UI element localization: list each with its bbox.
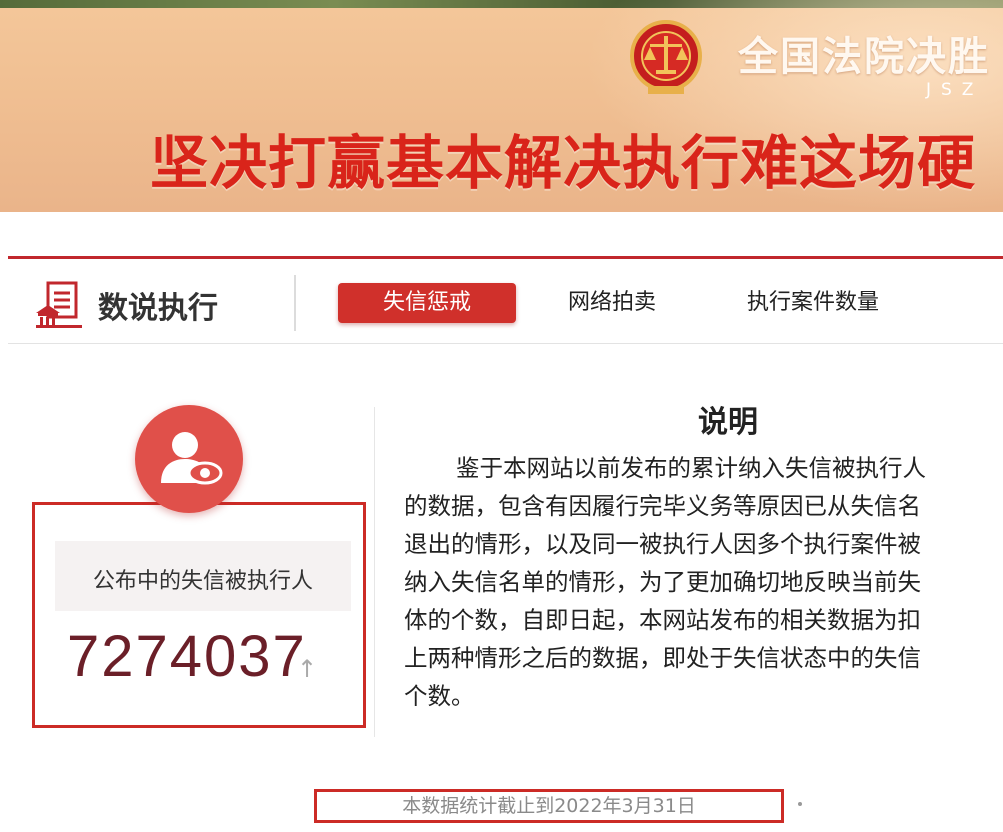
person-eye-icon (135, 405, 243, 513)
trend-up-icon: ↑ (297, 655, 318, 683)
document-building-icon (36, 281, 82, 328)
panel-header: 数说执行 失信惩戒 网络拍卖 执行案件数量 (8, 259, 1003, 344)
header-divider (294, 275, 296, 331)
note-line: 上两种情形之后的数据，即处于失信状态中的失信 (404, 644, 921, 672)
tab-online-auction[interactable]: 网络拍卖 (554, 283, 670, 323)
note-line: 退出的情形，以及同一被执行人因多个执行案件被 (404, 530, 921, 558)
court-name: 全国法院决胜 (738, 34, 990, 80)
stat-label-area: 公布中的失信被执行人 (55, 541, 351, 611)
decor-dot (798, 802, 802, 806)
note-line: 鉴于本网站以前发布的累计纳入失信被执行人 (456, 454, 926, 482)
stat-label: 公布中的失信被执行人 (92, 569, 313, 594)
header-banner: 全国法院决胜 JSZ 坚决打赢基本解决执行难这场硬 (0, 0, 1003, 212)
court-sub-label: JSZ (926, 80, 984, 100)
data-panel: 数说执行 失信惩戒 网络拍卖 执行案件数量 公布中的失信被执行人 7274037… (8, 256, 1003, 832)
statistics-date-note: 本数据统计截止到2022年3月31日 (314, 789, 784, 823)
note-title: 说明 (698, 405, 758, 440)
column-divider (374, 407, 375, 737)
note-line: 纳入失信名单的情形，为了更加确切地反映当前失 (404, 568, 921, 596)
banner-slogan: 坚决打赢基本解决执行难这场硬 (150, 129, 977, 197)
note-line: 的数据，包含有因履行完毕义务等原因已从失信名 (404, 492, 921, 520)
stat-card: 公布中的失信被执行人 7274037 ↑ (32, 502, 366, 728)
tab-case-count[interactable]: 执行案件数量 (731, 283, 895, 323)
tab-credit-punishment[interactable]: 失信惩戒 (338, 283, 516, 323)
note-line: 个数。 (404, 682, 475, 710)
note-body: 鉴于本网站以前发布的累计纳入失信被执行人 的数据，包含有因履行完毕义务等原因已从… (404, 449, 1003, 715)
stat-value: 7274037 (67, 624, 307, 689)
note-line: 体的个数，自即日起，本网站发布的相关数据为扣 (404, 606, 921, 634)
court-emblem-icon (630, 20, 702, 94)
panel-title: 数说执行 (98, 291, 218, 326)
